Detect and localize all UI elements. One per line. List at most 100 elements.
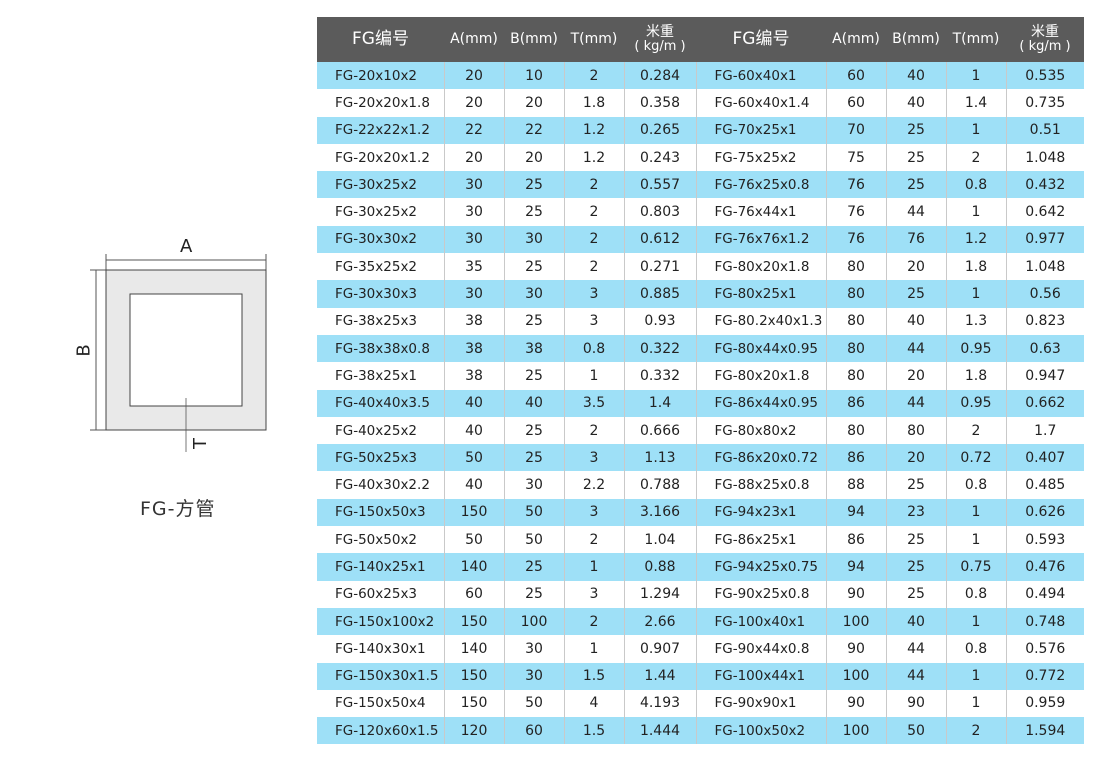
left-weight-cell: 0.788 (624, 471, 697, 499)
right-t-cell: 1 (946, 116, 1007, 144)
right-weight-cell: 0.735 (1006, 89, 1084, 117)
right-code-cell: FG-80x80x2 (696, 416, 827, 445)
right-code-cell: FG-60x40x1 (696, 62, 827, 90)
left-code-cell: FG-40x30x2.2 (317, 471, 445, 499)
left-code-cell: FG-40x40x3.5 (317, 389, 445, 417)
right-weight-cell: 0.494 (1006, 580, 1084, 608)
left-code-cell: FG-30x30x3 (317, 280, 445, 308)
right-t-cell: 0.72 (946, 444, 1007, 472)
spec-table: FG编号 A(mm) B(mm) T(mm) 米重 ( kg/m ) FG编号 … (317, 17, 1084, 745)
left-weight-cell: 1.294 (624, 580, 697, 608)
left-weight-cell: 0.284 (624, 62, 697, 90)
table-row: FG-120x60x1.5 120 60 1.5 1.444 FG-100x50x2 100… (317, 717, 1084, 745)
left-code-cell: FG-150x50x3 (317, 498, 445, 527)
right-weight-cell: 0.662 (1006, 389, 1084, 417)
table-row: FG-50x50x2 50 50 2 1.04 FG-86x25x1 86 25 1 0.593 (317, 526, 1084, 554)
right-t-cell: 1 (946, 662, 1007, 690)
left-b-cell: 22 (504, 116, 565, 144)
header-code: FG编号 (317, 17, 444, 62)
right-weight-cell: 0.977 (1006, 225, 1084, 254)
header-a: A(mm) (444, 17, 504, 62)
right-b-cell: 25 (886, 280, 947, 308)
left-weight-cell: 1.444 (624, 717, 697, 745)
left-code-cell: FG-38x25x3 (317, 307, 445, 335)
left-b-cell: 30 (504, 471, 565, 499)
header-weight-unit: ( kg/m ) (634, 39, 686, 55)
right-b-cell: 25 (886, 143, 947, 172)
left-t-cell: 0.8 (564, 334, 625, 363)
table-row: FG-20x20x1.8 20 20 1.8 0.358 FG-60x40x1.4 60 40… (317, 89, 1084, 117)
left-code-cell: FG-20x20x1.8 (317, 89, 445, 117)
right-weight-cell: 0.476 (1006, 553, 1084, 581)
right-t-cell: 2 (946, 717, 1007, 745)
right-b-cell: 90 (886, 689, 947, 718)
right-t-cell: 1 (946, 607, 1007, 636)
left-a-cell: 35 (444, 253, 505, 281)
left-code-cell: FG-20x20x1.2 (317, 143, 445, 172)
left-b-cell: 30 (504, 280, 565, 308)
left-t-cell: 2 (564, 416, 625, 445)
left-b-cell: 10 (504, 62, 565, 90)
right-weight-cell: 0.51 (1006, 116, 1084, 144)
right-weight-cell: 0.576 (1006, 635, 1084, 663)
left-t-cell: 1.5 (564, 717, 625, 745)
left-a-cell: 20 (444, 89, 505, 117)
right-b-cell: 44 (886, 662, 947, 690)
dimension-t-label: T (190, 438, 211, 449)
right-weight-cell: 0.823 (1006, 307, 1084, 335)
left-a-cell: 120 (444, 717, 505, 745)
right-code-cell: FG-80.2x40x1.3 (696, 307, 827, 335)
right-b-cell: 40 (886, 307, 947, 335)
right-code-cell: FG-80x20x1.8 (696, 362, 827, 390)
left-b-cell: 38 (504, 334, 565, 363)
right-b-cell: 76 (886, 225, 947, 254)
left-b-cell: 25 (504, 553, 565, 581)
left-t-cell: 1.2 (564, 143, 625, 172)
left-t-cell: 2 (564, 62, 625, 90)
right-a-cell: 100 (826, 717, 887, 745)
left-weight-cell: 0.803 (624, 198, 697, 226)
left-weight-cell: 0.271 (624, 253, 697, 281)
right-weight-cell: 0.56 (1006, 280, 1084, 308)
right-a-cell: 90 (826, 635, 887, 663)
right-a-cell: 86 (826, 444, 887, 472)
right-code-cell: FG-90x44x0.8 (696, 635, 827, 663)
left-code-cell: FG-22x22x1.2 (317, 116, 445, 144)
right-code-cell: FG-94x25x0.75 (696, 553, 827, 581)
left-code-cell: FG-30x30x2 (317, 225, 445, 254)
right-b-cell: 20 (886, 253, 947, 281)
right-t-cell: 0.75 (946, 553, 1007, 581)
table-row: FG-150x50x4 150 50 4 4.193 FG-90x90x1 90 90 1 0.9… (317, 689, 1084, 718)
right-code-cell: FG-90x90x1 (696, 689, 827, 718)
right-b-cell: 25 (886, 116, 947, 144)
left-t-cell: 2 (564, 171, 625, 199)
right-code-cell: FG-76x25x0.8 (696, 171, 827, 199)
left-t-cell: 1.2 (564, 116, 625, 144)
table-body: FG-20x10x2 20 10 2 0.284 FG-60x40x1 60 40 1 0.535… (317, 62, 1084, 745)
left-a-cell: 22 (444, 116, 505, 144)
left-t-cell: 3 (564, 307, 625, 335)
right-code-cell: FG-100x40x1 (696, 607, 827, 636)
header-weight-label: 米重 (1031, 23, 1059, 40)
right-a-cell: 80 (826, 416, 887, 445)
table-row: FG-50x25x3 50 25 3 1.13 FG-86x20x0.72 86 20 0.72… (317, 444, 1084, 472)
left-t-cell: 1.5 (564, 662, 625, 690)
right-a-cell: 60 (826, 62, 887, 90)
right-b-cell: 25 (886, 580, 947, 608)
right-a-cell: 80 (826, 334, 887, 363)
right-weight-cell: 0.485 (1006, 471, 1084, 499)
right-b-cell: 23 (886, 498, 947, 527)
right-b-cell: 25 (886, 171, 947, 199)
right-t-cell: 1 (946, 280, 1007, 308)
right-a-cell: 76 (826, 198, 887, 226)
left-code-cell: FG-38x25x1 (317, 362, 445, 390)
left-b-cell: 25 (504, 253, 565, 281)
right-a-cell: 76 (826, 171, 887, 199)
right-code-cell: FG-80x44x0.95 (696, 334, 827, 363)
right-b-cell: 44 (886, 198, 947, 226)
left-t-cell: 3.5 (564, 389, 625, 417)
left-b-cell: 30 (504, 635, 565, 663)
left-t-cell: 2 (564, 607, 625, 636)
left-t-cell: 2.2 (564, 471, 625, 499)
right-t-cell: 1.4 (946, 89, 1007, 117)
